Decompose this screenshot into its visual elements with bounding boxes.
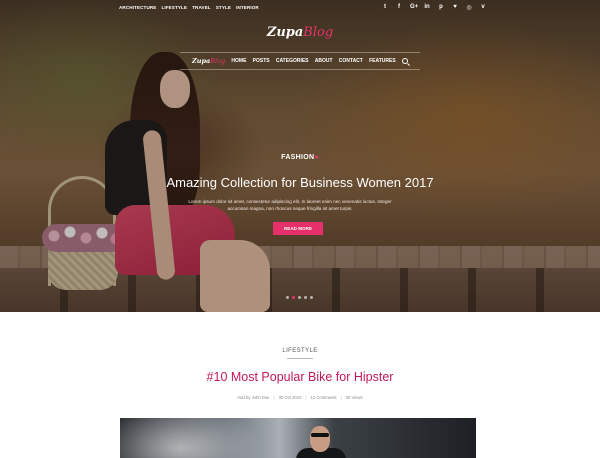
meta-separator: |	[305, 395, 307, 400]
post-views: 20 Views	[345, 395, 363, 400]
hero-category-label: FASHION	[281, 154, 315, 161]
nav-mini-logo[interactable]: ZupaBlog	[192, 57, 225, 65]
topbar-link-interior[interactable]: INTERIOR	[236, 5, 259, 10]
slider-dot-active[interactable]	[292, 296, 295, 299]
nav-item-posts[interactable]: POSTS	[253, 58, 270, 64]
nav-mini-logo-accent: Blog	[210, 57, 226, 65]
post-category-divider	[287, 358, 313, 359]
top-bar: ARCHITECTURE LIFESTYLE TRAVEL STYLE INTE…	[0, 0, 600, 16]
post-comments[interactable]: 12 Comments	[311, 395, 337, 400]
main-nav: ZupaBlog HOME POSTS CATEGORIES ABOUT CON…	[180, 52, 420, 70]
topbar-link-travel[interactable]: TRAVEL	[192, 5, 211, 10]
post-featured-image[interactable]	[120, 418, 476, 458]
facebook-icon[interactable]: f	[396, 4, 402, 11]
slider-dot[interactable]	[304, 296, 307, 299]
logo-text-accent: Blog	[303, 25, 334, 40]
google-plus-icon[interactable]: G+	[410, 4, 418, 11]
post-image-head	[310, 426, 330, 452]
post-image-sunglasses	[311, 433, 329, 437]
nav-item-features[interactable]: FEATURES	[369, 58, 396, 64]
meta-separator: |	[273, 395, 275, 400]
slider-dots	[286, 296, 313, 299]
hero-category-dot: ●	[314, 154, 319, 161]
social-links: t f G+ in p ♥ ◎ v	[382, 4, 486, 11]
post-category[interactable]: LIFESTYLE	[0, 348, 600, 354]
heart-icon[interactable]: ♥	[452, 4, 458, 11]
hero-excerpt: Lorem ipsum dolor sit amet, consectetur …	[188, 199, 392, 211]
nav-item-contact[interactable]: CONTACT	[339, 58, 363, 64]
logo-text-main: Zupa	[266, 25, 304, 40]
nav-item-categories[interactable]: CATEGORIES	[276, 58, 309, 64]
topbar-link-style[interactable]: STYLE	[216, 5, 231, 10]
post-title[interactable]: #10 Most Popular Bike for Hipster	[0, 370, 600, 384]
nav-item-about[interactable]: ABOUT	[315, 58, 333, 64]
post-date: 30 Oct 2016	[278, 395, 302, 400]
rss-icon[interactable]: ◎	[466, 4, 472, 11]
slider-dot[interactable]	[286, 296, 289, 299]
post-author[interactable]: Add by John Doe	[237, 395, 269, 400]
hero-category[interactable]: FASHION●	[0, 154, 600, 161]
search-icon[interactable]	[401, 58, 408, 64]
topbar-link-architecture[interactable]: ARCHITECTURE	[119, 5, 156, 10]
nav-mini-logo-main: Zupa	[192, 57, 211, 65]
pinterest-icon[interactable]: p	[438, 4, 444, 11]
vine-icon[interactable]: v	[480, 4, 486, 11]
linkedin-icon[interactable]: in	[424, 4, 430, 11]
post-meta: Add by John Doe | 30 Oct 2016 | 12 Comme…	[0, 395, 600, 400]
slider-dot[interactable]	[298, 296, 301, 299]
topbar-links: ARCHITECTURE LIFESTYLE TRAVEL STYLE INTE…	[119, 5, 259, 10]
meta-separator: |	[340, 395, 342, 400]
twitter-icon[interactable]: t	[382, 4, 388, 11]
hero-title[interactable]: Amazing Collection for Business Women 20…	[0, 175, 600, 190]
hero-slider: ARCHITECTURE LIFESTYLE TRAVEL STYLE INTE…	[0, 0, 600, 312]
topbar-link-lifestyle[interactable]: LIFESTYLE	[161, 5, 187, 10]
site-logo[interactable]: ZupaBlog	[0, 25, 600, 40]
read-more-button[interactable]: READ MORE	[273, 222, 323, 235]
nav-item-home[interactable]: HOME	[231, 58, 246, 64]
slider-dot[interactable]	[310, 296, 313, 299]
